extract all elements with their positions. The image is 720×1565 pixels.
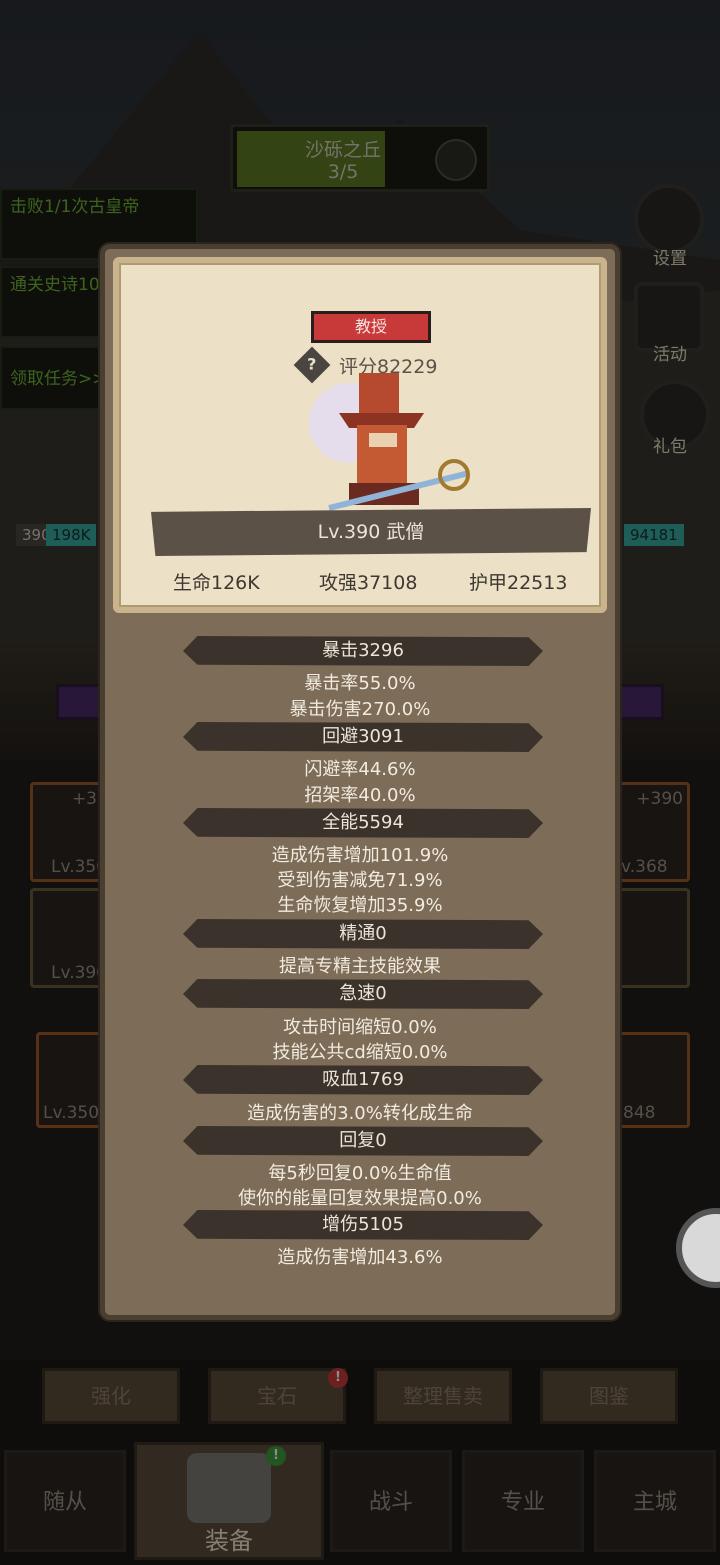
stat-hp: 生命126K: [173, 572, 260, 594]
section-crit: 暴击3296: [183, 636, 543, 666]
section-evasion: 回避3091: [183, 722, 543, 752]
hero-card: 教授 ? 评分82229 Lv.390 武僧 生命126K 攻强37108 护甲…: [113, 257, 607, 613]
hero-title-badge: 教授: [311, 311, 431, 343]
section-line: 每5秒回复0.0%生命值: [268, 1163, 452, 1184]
section-line: 受到伤害减免71.9%: [277, 870, 443, 891]
section-line: 造成伤害增加43.6%: [277, 1247, 443, 1268]
section-line: 技能公共cd缩短0.0%: [272, 1042, 448, 1063]
section-line: 暴击伤害270.0%: [289, 699, 431, 720]
hero-detail-popup: 教授 ? 评分82229 Lv.390 武僧 生命126K 攻强37108 护甲…: [100, 244, 620, 1320]
section-lifesteal: 吸血1769: [183, 1065, 543, 1095]
section-line: 使你的能量回复效果提高0.0%: [238, 1188, 482, 1209]
section-line: 生命恢复增加35.9%: [277, 895, 443, 916]
stat-attack: 攻强37108: [319, 572, 418, 594]
section-regen: 回复0: [183, 1126, 543, 1156]
stat-armor: 护甲22513: [469, 572, 568, 594]
hero-name-banner: Lv.390 武僧: [151, 508, 591, 556]
hero-portrait: [309, 373, 470, 511]
section-line: 造成伤害增加101.9%: [271, 845, 449, 866]
section-line: 闪避率44.6%: [304, 759, 416, 780]
section-damage-bonus: 增伤5105: [183, 1210, 543, 1240]
section-haste: 急速0: [183, 979, 543, 1009]
section-line: 暴击率55.0%: [304, 673, 416, 694]
section-mastery: 精通0: [183, 919, 543, 949]
section-line: 提高专精主技能效果: [279, 956, 441, 977]
section-line: 招架率40.0%: [304, 785, 416, 806]
section-line: 攻击时间缩短0.0%: [283, 1017, 437, 1038]
section-versatility: 全能5594: [183, 808, 543, 838]
section-line: 造成伤害的3.0%转化成生命: [247, 1103, 473, 1124]
